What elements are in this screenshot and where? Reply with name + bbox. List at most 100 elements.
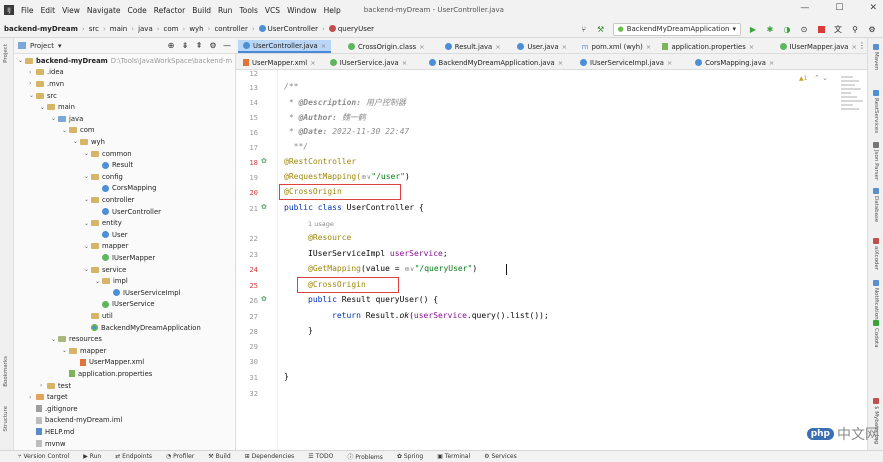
menu-code[interactable]: Code [128, 6, 147, 15]
chevron-right-icon[interactable]: › [29, 69, 36, 76]
tab-usercontroller-java[interactable]: UserController.java × [238, 40, 332, 53]
nav-arrows[interactable]: ⌃ ⌄ [814, 74, 828, 82]
maximize-button[interactable]: ☐ [835, 3, 843, 13]
tree-item-backend-mydream[interactable]: ⌄ backend-myDream D:\Tools\JavaWorkSpace\b… [18, 55, 232, 67]
close-icon[interactable]: × [321, 42, 326, 50]
tree-item-wyh[interactable]: ⌄ wyh [73, 136, 105, 148]
right-tool-notifications[interactable]: Notifications [869, 280, 883, 322]
tree-item-config[interactable]: ⌄ config [84, 171, 123, 183]
close-icon[interactable]: × [419, 43, 424, 51]
tab-crossorigin-class[interactable]: CrossOrigin.class × [343, 40, 430, 53]
right-tool-restservices[interactable]: RestServices [869, 90, 883, 133]
chevron-down-icon[interactable]: ▾ [58, 42, 62, 50]
expand-icon[interactable]: ⇞ [194, 41, 204, 51]
run-icon[interactable]: ▶ [748, 24, 758, 34]
tree-item-main[interactable]: ⌄ main [40, 101, 75, 113]
menu-refactor[interactable]: Refactor [154, 6, 185, 15]
close-icon[interactable]: × [402, 59, 407, 67]
tree-item-iuserservice[interactable]: IUserService [95, 299, 155, 311]
tree-item-common[interactable]: ⌄ common [84, 148, 132, 160]
tab-usermapper-xml[interactable]: UserMapper.xml × [238, 56, 321, 69]
close-icon[interactable]: × [562, 43, 567, 51]
collapse-all-icon[interactable]: ⇟ [180, 41, 190, 51]
menu-vcs[interactable]: VCS [265, 6, 280, 15]
chevron-down-icon[interactable]: ⌄ [84, 266, 91, 273]
tree-item-entity[interactable]: ⌄ entity [84, 217, 122, 229]
chevron-down-icon[interactable]: ⌄ [84, 150, 91, 157]
breadcrumb-java[interactable]: java [138, 25, 153, 33]
right-tool-database[interactable]: Database [869, 188, 883, 222]
tree-item-iusermapper[interactable]: IUserMapper [95, 252, 155, 264]
right-tool-json-parser[interactable]: Json Parser [869, 142, 883, 180]
tree-item-mapper[interactable]: ⌄ mapper [62, 345, 106, 357]
spring-bean-icon[interactable]: ✿ [261, 157, 267, 165]
stop-icon[interactable] [816, 24, 826, 34]
gear-icon[interactable]: ⚙ [867, 24, 877, 34]
tree-item-user[interactable]: User [95, 229, 128, 241]
tree-item-controller[interactable]: ⌄ controller [84, 194, 134, 206]
tree-item-target[interactable]: › target [29, 391, 68, 403]
tree-item-usercontroller[interactable]: UserController [95, 206, 161, 218]
close-icon[interactable]: × [558, 59, 563, 67]
tree-item-application-properties[interactable]: application.properties [62, 368, 152, 380]
tab-corsmapping-java[interactable]: CorsMapping.java × [690, 56, 779, 69]
status-version-control[interactable]: ⑂ Version Control [18, 453, 69, 460]
breadcrumb-backend-mydream[interactable]: backend-myDream [4, 25, 78, 33]
chevron-down-icon[interactable]: ⌄ [51, 115, 58, 122]
code-editor[interactable]: /** * @Description: 用户控制器 * @Author: 魏一鹤… [279, 70, 845, 450]
project-tool-tab[interactable]: Project [3, 44, 9, 63]
search-icon[interactable]: ⚲ [850, 24, 860, 34]
status-problems[interactable]: ⓘ Problems [347, 452, 383, 461]
editor-minimap[interactable] [838, 70, 867, 450]
tree-item-help-md[interactable]: HELP.md [29, 426, 74, 438]
status-services[interactable]: ⚙ Services [484, 453, 517, 460]
tab-iusermapper-java[interactable]: IUserMapper.java × [775, 40, 862, 53]
right-tool-aixcoder[interactable]: aiXcoder [869, 238, 883, 270]
tree-item-mapper[interactable]: ⌄ mapper [84, 241, 128, 253]
close-icon[interactable]: × [749, 43, 754, 51]
breadcrumb-usercontroller[interactable]: UserController [268, 25, 318, 33]
structure-tool-tab[interactable]: Structure [3, 406, 9, 432]
chevron-down-icon[interactable]: ⌄ [29, 92, 36, 99]
tree-item-service[interactable]: ⌄ service [84, 264, 126, 276]
status-dependencies[interactable]: ⊞ Dependencies [245, 453, 295, 460]
tree-item-mvn[interactable]: › .mvn [29, 78, 64, 90]
bookmarks-tool-tab[interactable]: Bookmarks [3, 356, 9, 387]
translate-icon[interactable]: 文 [833, 24, 843, 34]
tab-iuserserviceimpl-java[interactable]: IUserServiceImpl.java × [575, 56, 677, 69]
chevron-down-icon[interactable]: ⌄ [62, 347, 69, 354]
tab-application-properties[interactable]: application.properties × [657, 40, 759, 53]
tree-item-resources[interactable]: ⌄ resources [51, 333, 102, 345]
tab-user-java[interactable]: User.java × [512, 40, 572, 53]
right-tool-maven[interactable]: Maven [869, 44, 883, 70]
tree-item-idea[interactable]: › .idea [29, 67, 64, 79]
close-button[interactable]: ✕ [869, 3, 877, 13]
spring-bean-icon[interactable]: ✿ [261, 203, 267, 211]
tree-item-iuserserviceimpl[interactable]: IUserServiceImpl [106, 287, 180, 299]
status-profiler[interactable]: ◔ Profiler [166, 453, 194, 460]
tree-item-gitignore[interactable]: .gitignore [29, 403, 78, 415]
coverage-icon[interactable]: ◑ [782, 24, 792, 34]
chevron-down-icon[interactable]: ⌄ [18, 57, 25, 64]
tab-result-java[interactable]: Result.java × [440, 40, 506, 53]
chevron-down-icon[interactable]: ⌄ [73, 138, 80, 145]
locate-icon[interactable]: ⊕ [166, 41, 176, 51]
profile-icon[interactable]: ⊙ [799, 24, 809, 34]
tree-item-backend-mydream-iml[interactable]: backend-myDream.iml [29, 415, 122, 427]
gear-icon[interactable]: ⚙ [208, 41, 218, 51]
chevron-down-icon[interactable]: ⌄ [62, 127, 69, 134]
debug-icon[interactable]: ✱ [765, 24, 775, 34]
menu-navigate[interactable]: Navigate [87, 6, 121, 15]
inspection-indicator[interactable]: ▲1 [799, 75, 807, 82]
chevron-down-icon[interactable]: ⌄ [84, 220, 91, 227]
tree-item-test[interactable]: › test [40, 380, 71, 392]
tree-item-mvnw[interactable]: mvnw [29, 438, 66, 450]
usages-hint[interactable]: 1 usage [308, 219, 334, 228]
status-todo[interactable]: ☰ TODO [308, 453, 333, 460]
tree-item-result[interactable]: Result [95, 159, 133, 171]
tab-backendmydreamapplication-java[interactable]: BackendMyDreamApplication.java × [424, 56, 569, 69]
chevron-down-icon[interactable]: ⌄ [84, 196, 91, 203]
right-tool-codota[interactable]: Codota [869, 320, 883, 348]
status-run[interactable]: ▶ Run [83, 453, 101, 460]
menu-window[interactable]: Window [287, 6, 317, 15]
